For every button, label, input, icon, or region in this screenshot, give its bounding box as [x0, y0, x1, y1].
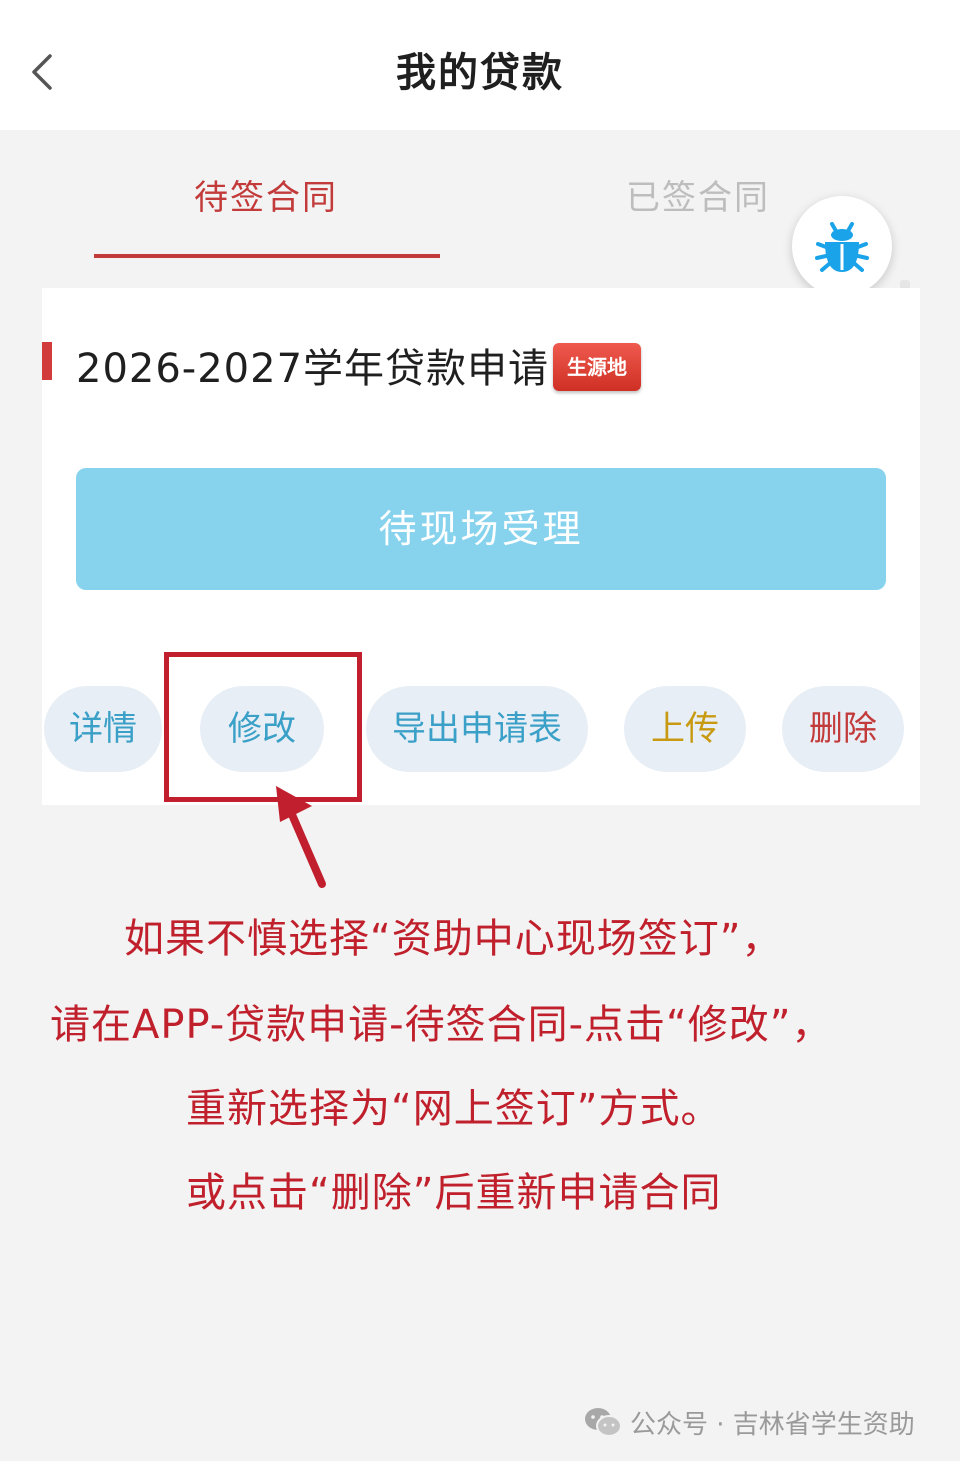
status-button[interactable]: 待现场受理 [76, 468, 886, 590]
watermark: 公众号 · 吉林省学生资助 [584, 1402, 915, 1442]
title-accent-bar [42, 342, 52, 380]
upload-button[interactable]: 上传 [624, 686, 746, 772]
annotation-line: 或点击“删除”后重新申请合同 [186, 1170, 722, 1216]
tab-signed-contract[interactable]: 已签合同 [548, 170, 848, 219]
page-title: 我的贷款 [396, 50, 564, 96]
wechat-icon [585, 1408, 622, 1437]
arrow-up-icon [276, 786, 326, 888]
annotation-line: 如果不慎选择“资助中心现场签订”， [124, 916, 783, 962]
delete-button[interactable]: 删除 [782, 686, 904, 772]
detail-button[interactable]: 详情 [44, 686, 162, 772]
debug-button[interactable] [792, 196, 892, 296]
card-title: 2026-2027学年贷款申请 [76, 346, 550, 392]
bug-icon [815, 222, 869, 272]
tab-pending-contract[interactable]: 待签合同 [116, 170, 416, 219]
loan-type-badge: 生源地 [553, 343, 641, 391]
app-header: 我的贷款 [0, 0, 960, 130]
export-application-button[interactable]: 导出申请表 [366, 686, 588, 772]
annotation-line: 重新选择为“网上签订”方式。 [186, 1086, 722, 1132]
watermark-text: 公众号 · 吉林省学生资助 [630, 1409, 915, 1440]
annotation-line: 请在APP-贷款申请-待签合同-点击“修改”， [50, 1002, 833, 1048]
active-tab-indicator [94, 254, 440, 258]
